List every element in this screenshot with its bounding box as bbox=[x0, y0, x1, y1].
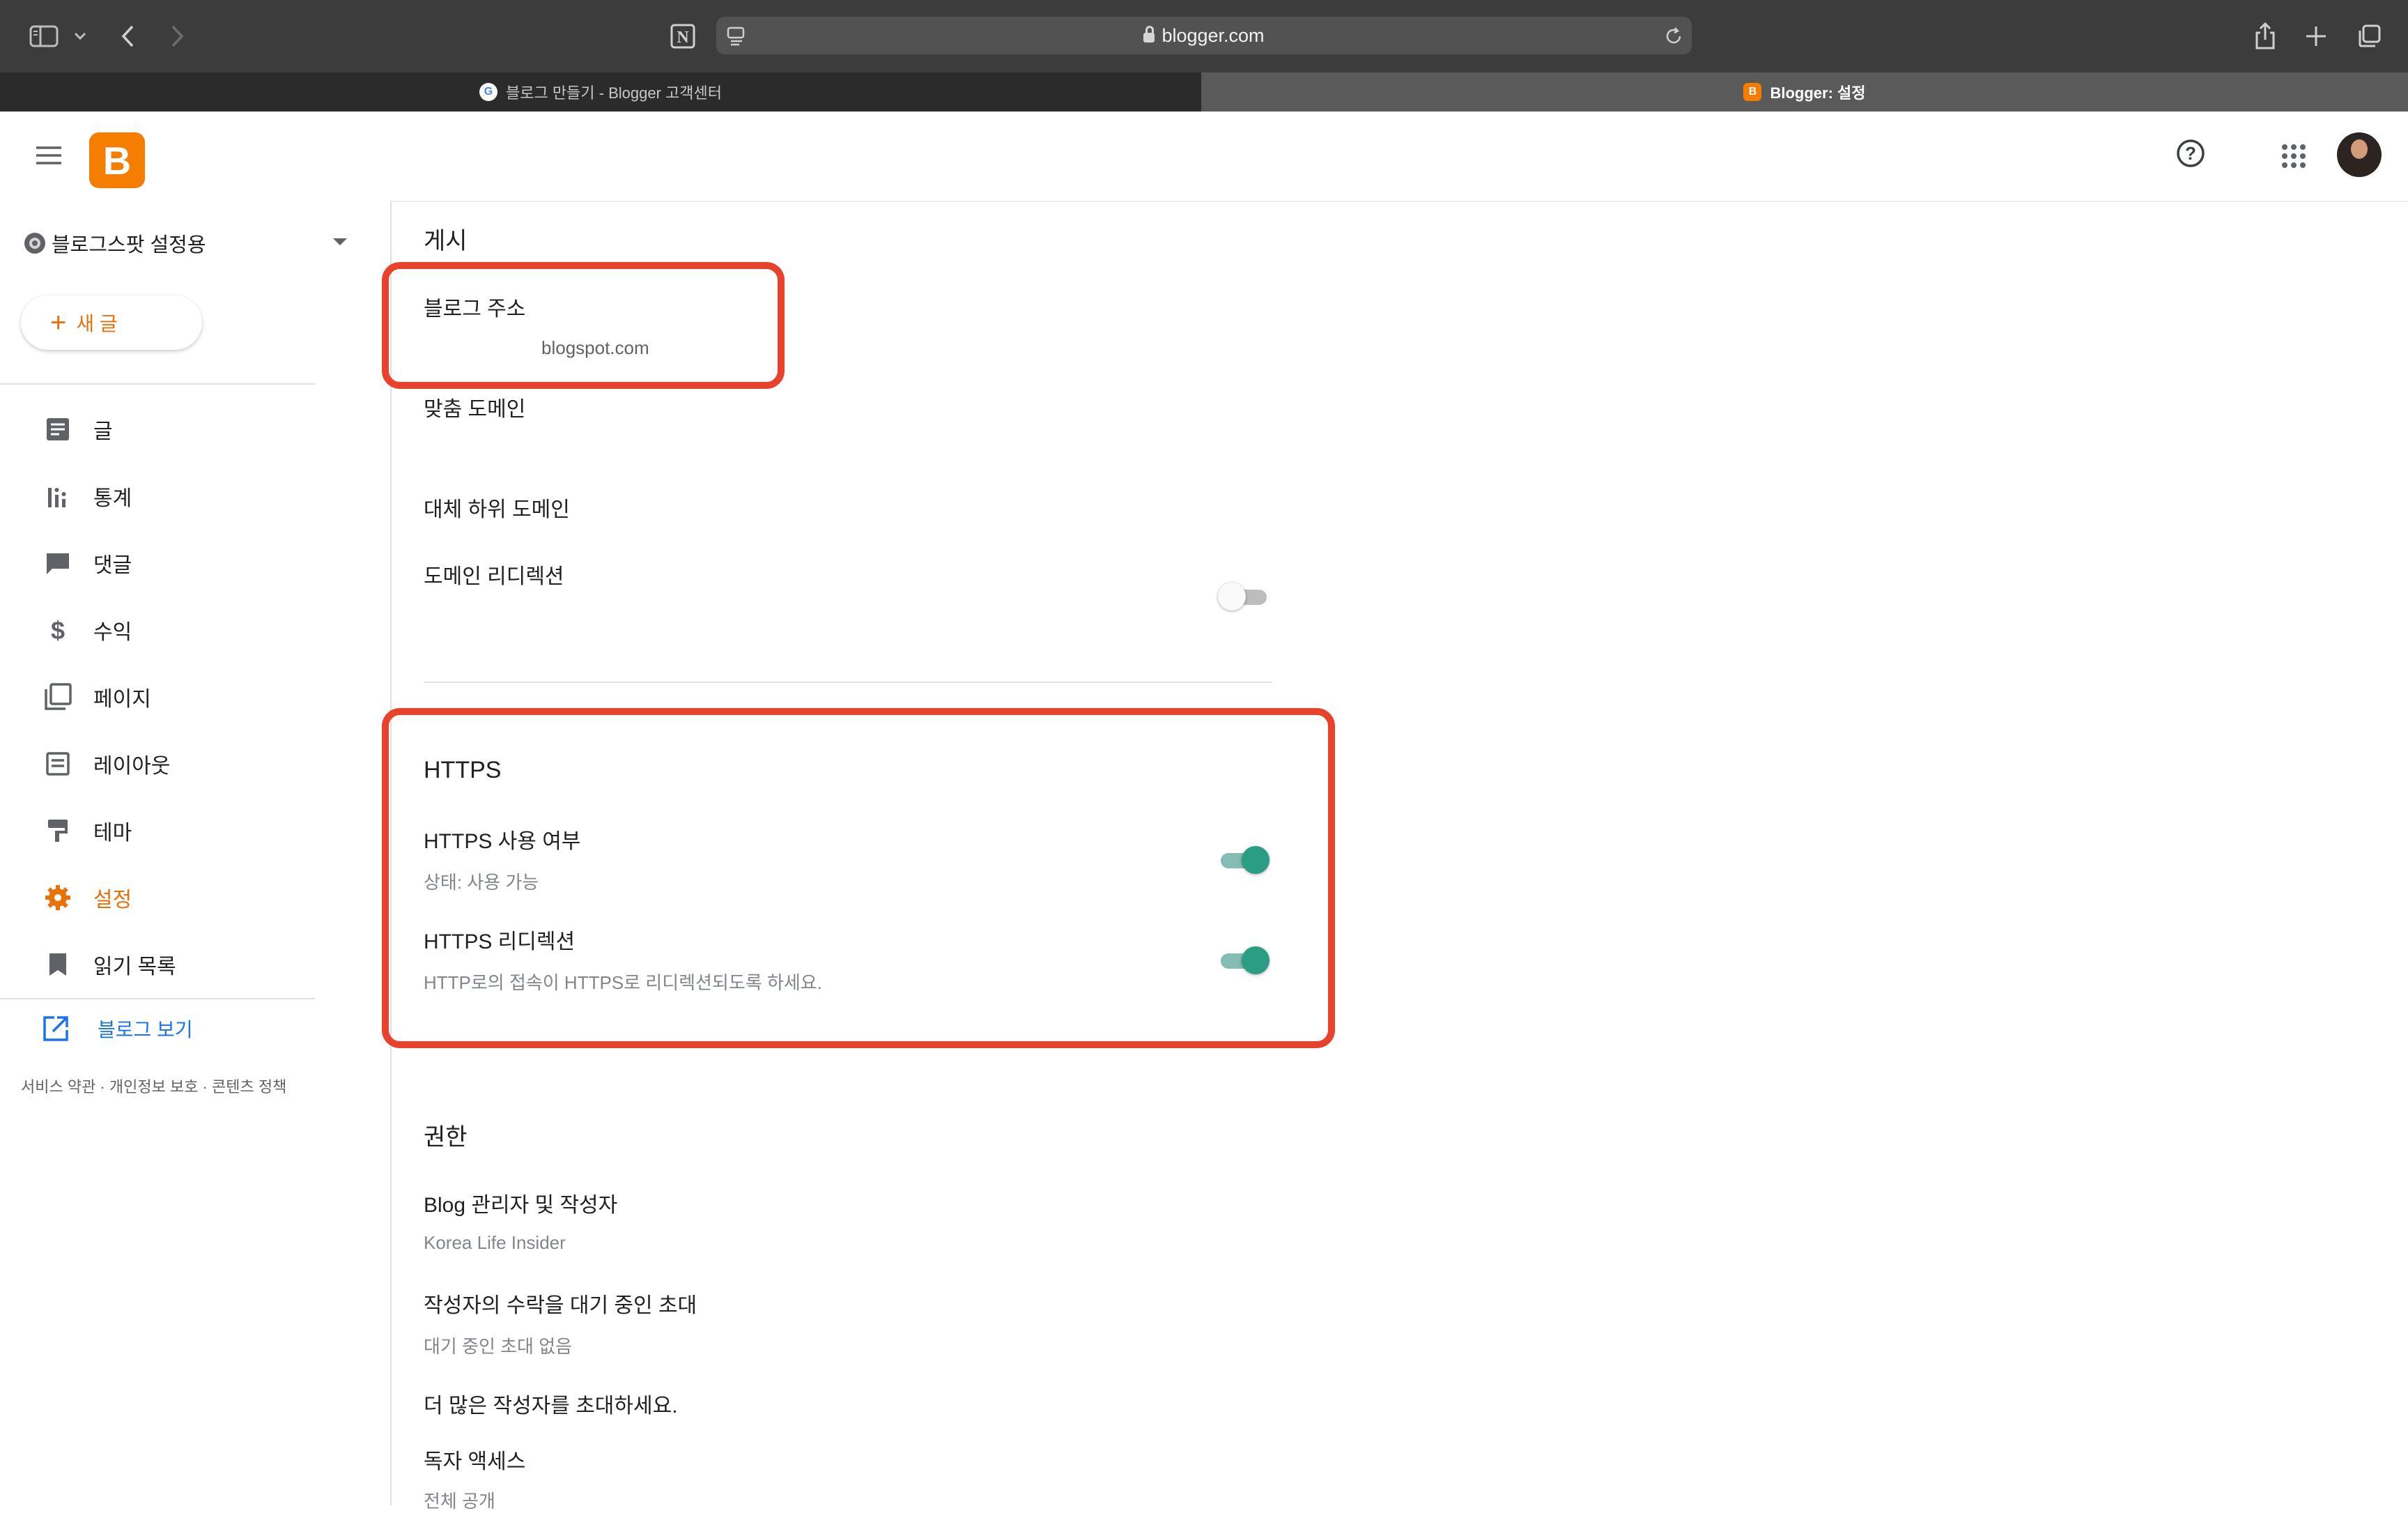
domain-redirect-toggle[interactable] bbox=[1218, 581, 1269, 612]
reader-access-title[interactable]: 독자 액세스 bbox=[424, 1444, 525, 1475]
sidebar-item-label: 댓글 bbox=[93, 554, 132, 577]
sidebar-item-stats[interactable]: 통계 bbox=[42, 475, 321, 517]
sidebar-divider bbox=[0, 383, 315, 385]
posts-icon bbox=[42, 413, 74, 445]
sidebar-item-label: 읽기 목록 bbox=[93, 955, 176, 978]
hamburger-menu-icon[interactable] bbox=[35, 145, 65, 169]
pending-invites-value: 대기 중인 초대 없음 bbox=[424, 1336, 573, 1357]
https-redirect-title: HTTPS 리디렉션 bbox=[424, 930, 576, 953]
blogger-logo[interactable]: B bbox=[89, 132, 145, 188]
https-redirect-toggle[interactable] bbox=[1218, 945, 1269, 976]
highlight-box-blog-address bbox=[382, 262, 785, 389]
share-icon[interactable] bbox=[2251, 20, 2280, 53]
settings-icon bbox=[42, 882, 74, 914]
account-avatar[interactable] bbox=[2337, 132, 2382, 177]
sidebar-divider bbox=[0, 998, 315, 999]
blog-dropdown-icon[interactable] bbox=[332, 237, 348, 251]
help-icon[interactable]: ? bbox=[2175, 138, 2206, 169]
apps-grid-icon[interactable] bbox=[2280, 142, 2308, 170]
sidebar-item-theme[interactable]: 테마 bbox=[42, 810, 321, 852]
sidebar-item-label: 페이지 bbox=[93, 688, 151, 711]
new-post-label: 새 글 bbox=[76, 313, 118, 335]
google-favicon-icon: G bbox=[479, 83, 497, 101]
sidebar-item-label: 테마 bbox=[93, 822, 132, 845]
domain-redirect-title: 도메인 리디렉션 bbox=[424, 565, 564, 588]
reader-access-value: 전체 공개 bbox=[424, 1491, 495, 1512]
footer-links: 서비스 약관 · 개인정보 보호 · 콘텐츠 정책 bbox=[21, 1075, 286, 1097]
tab-blogger-help[interactable]: G 블로그 만들기 - Blogger 고객센터 bbox=[0, 72, 1201, 112]
reload-icon[interactable] bbox=[1661, 24, 1686, 49]
fallback-subdomain-title[interactable]: 대체 하위 도메인 bbox=[424, 492, 570, 523]
blog-selector[interactable]: 블로그스팟 설정용 bbox=[21, 229, 206, 258]
https-heading: HTTPS bbox=[424, 757, 502, 783]
comments-icon bbox=[42, 547, 74, 579]
sidebar-item-label: 설정 bbox=[93, 889, 132, 912]
address-bar[interactable]: blogger.com bbox=[716, 17, 1692, 54]
open-external-icon bbox=[42, 1015, 70, 1043]
sidebar-item-label: 레이아웃 bbox=[93, 755, 171, 778]
new-tab-icon[interactable] bbox=[2301, 21, 2331, 52]
reader-icon[interactable] bbox=[723, 24, 748, 49]
section-divider bbox=[424, 682, 1272, 683]
tab-overview-icon[interactable] bbox=[2354, 21, 2384, 52]
blog-admins-title[interactable]: Blog 관리자 및 작성자 bbox=[424, 1188, 617, 1218]
layout-icon bbox=[42, 748, 74, 780]
blog-admins-value: Korea Life Insider bbox=[424, 1232, 566, 1253]
publishing-heading: 게시 bbox=[424, 228, 468, 254]
url-text: blogger.com bbox=[1161, 24, 1265, 46]
view-blog-link[interactable]: 블로그 보기 bbox=[42, 1015, 193, 1043]
gear-icon bbox=[21, 229, 49, 257]
svg-text:$: $ bbox=[51, 617, 65, 643]
sidebar-toggle-icon[interactable] bbox=[26, 21, 61, 52]
lock-icon bbox=[1143, 26, 1155, 43]
privacy-link[interactable]: 개인정보 보호 bbox=[109, 1078, 199, 1096]
back-icon[interactable] bbox=[116, 21, 141, 52]
pending-invites-title: 작성자의 수락을 대기 중인 초대 bbox=[424, 1294, 697, 1317]
https-availability-toggle[interactable] bbox=[1218, 845, 1269, 875]
blog-name: 블로그스팟 설정용 bbox=[52, 234, 206, 256]
sidebar-item-label: 통계 bbox=[93, 487, 132, 510]
view-blog-label: 블로그 보기 bbox=[98, 1019, 193, 1040]
https-availability-status: 상태: 사용 가능 bbox=[424, 872, 539, 893]
invite-more-authors-link[interactable]: 더 많은 작성자를 초대하세요. bbox=[424, 1388, 678, 1419]
sidebar-item-settings[interactable]: 설정 bbox=[42, 877, 321, 919]
toggle-knob bbox=[1242, 946, 1269, 974]
blogger-favicon-icon: B bbox=[1743, 83, 1762, 101]
sidebar bbox=[0, 201, 392, 1505]
sidebar-item-label: 글 bbox=[93, 420, 113, 443]
svg-text:N: N bbox=[677, 29, 689, 47]
pages-icon bbox=[42, 681, 74, 713]
sidebar-item-reading-list[interactable]: 읽기 목록 bbox=[42, 944, 321, 985]
stats-icon bbox=[42, 480, 74, 512]
forward-icon[interactable] bbox=[164, 21, 190, 52]
sidebar-item-posts[interactable]: 글 bbox=[42, 408, 321, 450]
terms-link[interactable]: 서비스 약관 bbox=[21, 1078, 95, 1096]
sidebar-item-earnings[interactable]: $ 수익 bbox=[42, 609, 321, 651]
earnings-icon: $ bbox=[42, 614, 74, 646]
permissions-heading: 권한 bbox=[424, 1124, 468, 1151]
toggle-knob bbox=[1242, 846, 1269, 874]
https-redirect-description: HTTP로의 접속이 HTTPS로 리디렉션되도록 하세요. bbox=[424, 972, 822, 993]
separator: · bbox=[202, 1078, 213, 1096]
sidebar-item-layout[interactable]: 레이아웃 bbox=[42, 743, 321, 785]
tab-label: 블로그 만들기 - Blogger 고객센터 bbox=[505, 84, 722, 102]
sidebar-item-pages[interactable]: 페이지 bbox=[42, 676, 321, 718]
reading-list-icon bbox=[42, 948, 74, 981]
sidebar-item-comments[interactable]: 댓글 bbox=[42, 542, 321, 584]
theme-icon bbox=[42, 815, 74, 847]
separator: · bbox=[100, 1078, 109, 1096]
plus-icon: + bbox=[50, 307, 67, 338]
new-post-button[interactable]: + 새 글 bbox=[21, 295, 202, 350]
custom-domain-title[interactable]: 맞춤 도메인 bbox=[424, 392, 525, 422]
content-policy-link[interactable]: 콘텐츠 정책 bbox=[212, 1078, 286, 1096]
toggle-knob bbox=[1218, 583, 1246, 610]
https-availability-title: HTTPS 사용 여부 bbox=[424, 830, 581, 853]
app-header bbox=[0, 112, 2408, 202]
svg-text:?: ? bbox=[2185, 143, 2196, 164]
tab-blogger-settings[interactable]: B Blogger: 설정 bbox=[1201, 72, 2408, 112]
sidebar-item-label: 수익 bbox=[93, 621, 132, 644]
tab-label: Blogger: 설정 bbox=[1770, 84, 1866, 102]
notion-icon[interactable]: N bbox=[667, 21, 698, 52]
chevron-down-icon[interactable] bbox=[70, 24, 91, 49]
